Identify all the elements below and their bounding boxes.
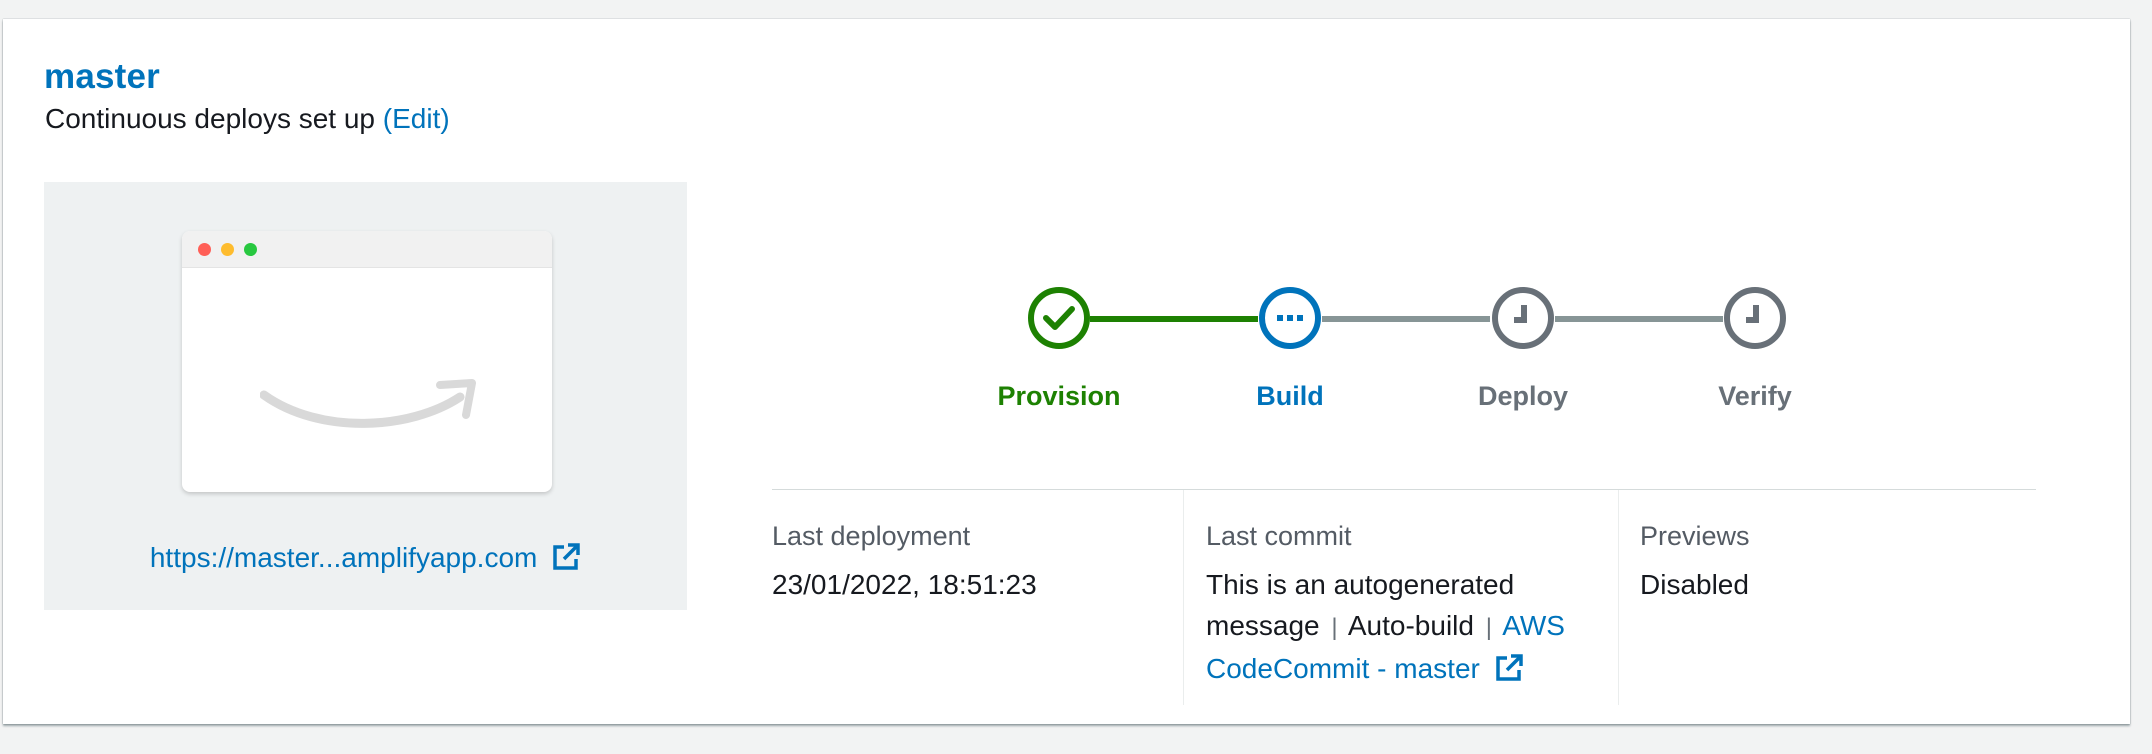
minimize-dot-icon	[221, 243, 234, 256]
column-divider	[1183, 490, 1184, 705]
deploy-status-text: Continuous deploys set up (Edit)	[45, 103, 450, 135]
check-icon	[1028, 287, 1090, 349]
step-label-provision: Provision	[997, 381, 1121, 411]
previews-column: Previews Disabled	[1640, 516, 1750, 605]
ellipsis-icon	[1259, 287, 1321, 349]
separator: |	[1485, 614, 1492, 641]
app-url-link[interactable]: https://master...amplifyapp.com	[44, 542, 687, 574]
external-link-icon[interactable]	[551, 542, 581, 572]
external-link-icon[interactable]	[1494, 653, 1524, 683]
close-dot-icon	[198, 243, 211, 256]
app-preview-panel: https://master...amplifyapp.com	[44, 182, 687, 610]
step-label-build: Build	[1256, 381, 1324, 411]
step-label-verify: Verify	[1718, 381, 1792, 411]
connector-build-deploy	[1322, 316, 1490, 322]
separator: |	[1331, 614, 1338, 641]
clock-icon	[1724, 287, 1786, 349]
column-divider	[1618, 490, 1619, 705]
step-label-deploy: Deploy	[1477, 381, 1569, 411]
last-deployment-label: Last deployment	[772, 521, 971, 551]
connector-provision-build	[1090, 316, 1258, 322]
app-url-text[interactable]: https://master...amplifyapp.com	[150, 542, 538, 573]
last-deployment-value: 23/01/2022, 18:51:23	[772, 569, 1037, 600]
last-deployment-column: Last deployment 23/01/2022, 18:51:23	[772, 516, 1037, 605]
last-commit-value: This is an autogenerated message | Auto-…	[1206, 564, 1586, 689]
build-type: Auto-build	[1347, 610, 1474, 641]
previews-label: Previews	[1640, 521, 1750, 551]
branch-card: master Continuous deploys set up (Edit) …	[3, 19, 2130, 724]
previews-value: Disabled	[1640, 569, 1749, 600]
browser-thumbnail	[182, 231, 552, 492]
amazon-smile-icon	[260, 379, 476, 428]
browser-title-bar	[182, 231, 552, 268]
last-commit-label: Last commit	[1206, 521, 1352, 551]
branch-name-link[interactable]: master	[44, 57, 160, 97]
last-commit-column: Last commit This is an autogenerated mes…	[1206, 516, 1586, 689]
clock-icon	[1492, 287, 1554, 349]
subtitle-label: Continuous deploys set up	[45, 103, 375, 134]
edit-link[interactable]: (Edit)	[383, 103, 450, 134]
maximize-dot-icon	[244, 243, 257, 256]
info-divider	[772, 489, 2036, 490]
connector-deploy-verify	[1555, 316, 1723, 322]
